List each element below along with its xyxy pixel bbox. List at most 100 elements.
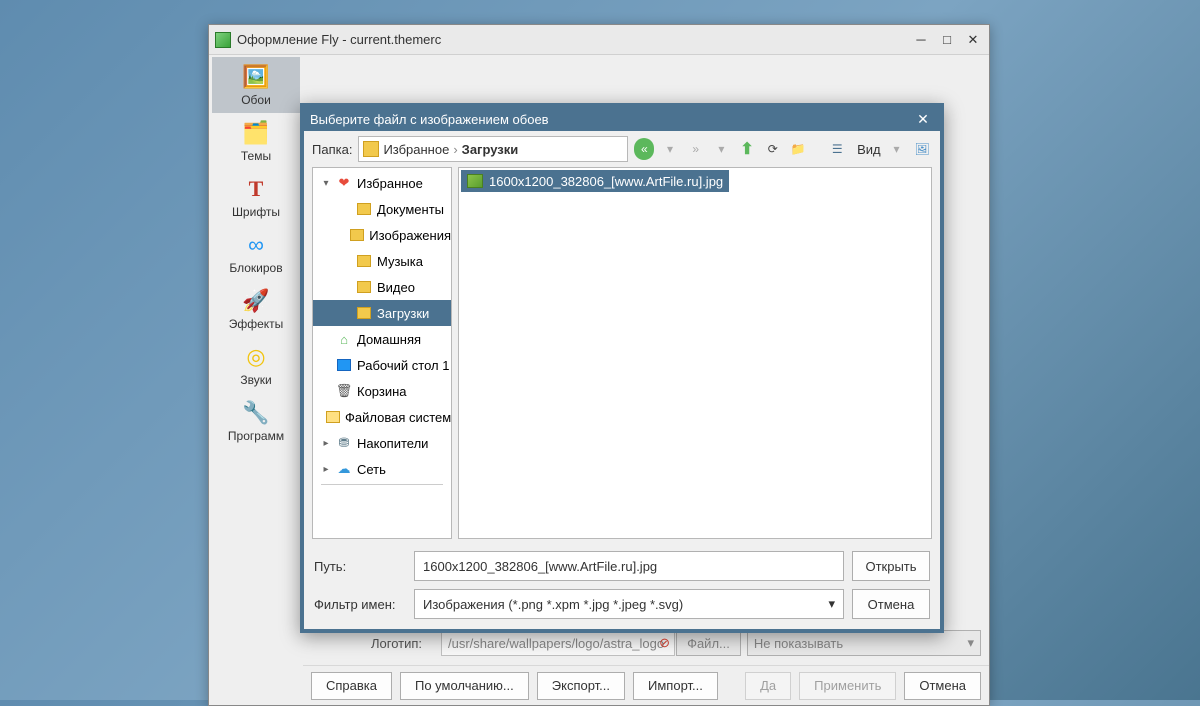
- tree-label: Избранное: [357, 176, 423, 191]
- tree-item-0[interactable]: ▾❤Избранное: [313, 170, 451, 196]
- tree-item-2[interactable]: Изображения: [313, 222, 451, 248]
- preview-toggle-button[interactable]: 🖼: [912, 138, 932, 160]
- dialog-toolbar: Папка: Избранное › Загрузки « ▾ » ▾ ⬆ ⟳ …: [304, 131, 940, 167]
- trash-icon: 🗑: [336, 383, 352, 399]
- view-icon: ☰: [827, 138, 847, 160]
- tree-label: Музыка: [377, 254, 423, 269]
- cancel-button[interactable]: Отмена: [904, 672, 981, 700]
- sidebar-icon: 🗂️: [242, 119, 270, 147]
- tree-item-10[interactable]: ▸⛃Накопители: [313, 430, 451, 456]
- expand-icon[interactable]: ▸: [321, 438, 331, 449]
- folder-icon: [356, 305, 372, 321]
- dialog-cancel-button[interactable]: Отмена: [852, 589, 930, 619]
- sidebar-label: Звуки: [240, 373, 271, 387]
- sidebar-icon: 🖼️: [242, 63, 270, 91]
- breadcrumb-seg-0[interactable]: Избранное: [383, 142, 449, 157]
- tree-label: Загрузки: [377, 306, 429, 321]
- sidebar-icon: 🚀: [242, 287, 270, 315]
- sidebar-item-3[interactable]: ∞ Блокиров: [212, 225, 300, 281]
- tree-label: Видео: [377, 280, 415, 295]
- sidebar-label: Шрифты: [232, 205, 280, 219]
- tree-item-6[interactable]: ⌂Домашняя: [313, 326, 451, 352]
- sidebar-label: Темы: [241, 149, 271, 163]
- titlebar[interactable]: Оформление Fly - current.themerc ─ □ ✕: [209, 25, 989, 55]
- chevron-down-icon: ▾: [828, 596, 835, 612]
- open-button[interactable]: Открыть: [852, 551, 930, 581]
- logo-display-select[interactable]: Не показывать▾: [747, 630, 981, 656]
- drives-icon: ⛃: [336, 435, 352, 451]
- new-folder-button[interactable]: 📁: [789, 138, 809, 160]
- tree-item-8[interactable]: 🗑Корзина: [313, 378, 451, 404]
- app-icon: [215, 32, 231, 48]
- tree-label: Сеть: [357, 462, 386, 477]
- sidebar-label: Обои: [241, 93, 271, 107]
- places-tree[interactable]: ▾❤Избранное Документы Изображения Музыка Вид…: [312, 167, 452, 539]
- sidebar-item-4[interactable]: 🚀Эффекты: [212, 281, 300, 337]
- chevron-right-icon: ›: [453, 142, 457, 157]
- tree-label: Домашняя: [357, 332, 421, 347]
- sidebar-item-0[interactable]: 🖼️ Обои: [212, 57, 300, 113]
- breadcrumb-seg-1[interactable]: Загрузки: [462, 142, 519, 157]
- sidebar-item-1[interactable]: 🗂️ Темы: [212, 113, 300, 169]
- filter-select[interactable]: Изображения (*.png *.xpm *.jpg *.jpeg *.…: [414, 589, 844, 619]
- back-menu-button[interactable]: ▾: [660, 138, 680, 160]
- button-bar: Справка По умолчанию... Экспорт... Импор…: [303, 665, 989, 705]
- export-button[interactable]: Экспорт...: [537, 672, 625, 700]
- folder-icon: [356, 253, 372, 269]
- dialog-close-button[interactable]: ✕: [914, 110, 932, 128]
- forward-menu-button: ▾: [712, 138, 732, 160]
- desktop-icon: [336, 357, 352, 373]
- logo-row: Логотип: /usr/share/wallpapers/logo/astr…: [371, 629, 981, 657]
- sidebar-label: Программ: [228, 429, 284, 443]
- sidebar-icon: 🔧: [242, 399, 270, 427]
- refresh-button[interactable]: ⟳: [763, 138, 783, 160]
- minimize-button[interactable]: ─: [911, 31, 931, 49]
- tree-item-7[interactable]: Рабочий стол 1: [313, 352, 451, 378]
- path-label: Путь:: [314, 559, 406, 574]
- import-button[interactable]: Импорт...: [633, 672, 718, 700]
- tree-label: Документы: [377, 202, 444, 217]
- image-file-icon: [467, 174, 483, 188]
- file-list[interactable]: 1600x1200_382806_[www.ArtFile.ru].jpg: [458, 167, 932, 539]
- folder-icon: [350, 227, 364, 243]
- tree-item-9[interactable]: Файловая система: [313, 404, 451, 430]
- sidebar: 🖼️ Обои 🗂️ Темы TШрифты ∞ Блокиров 🚀Эффекты ◎ Зву…: [209, 55, 303, 705]
- folder-icon: [356, 279, 372, 295]
- back-button[interactable]: «: [634, 138, 654, 160]
- sidebar-icon: ∞: [242, 231, 270, 259]
- sidebar-icon: ◎: [242, 343, 270, 371]
- defaults-button[interactable]: По умолчанию...: [400, 672, 529, 700]
- logo-file-button[interactable]: Файл...: [676, 630, 741, 656]
- tree-item-11[interactable]: ▸☁Сеть: [313, 456, 451, 482]
- up-button[interactable]: ⬆: [737, 138, 757, 160]
- sidebar-item-5[interactable]: ◎ Звуки: [212, 337, 300, 393]
- folder-icon: [356, 201, 372, 217]
- logo-path-input[interactable]: /usr/share/wallpapers/logo/astra_logo: [441, 630, 675, 656]
- sidebar-item-2[interactable]: TШрифты: [212, 169, 300, 225]
- breadcrumb[interactable]: Избранное › Загрузки: [358, 136, 628, 162]
- tree-label: Файловая система: [345, 410, 452, 425]
- dialog-titlebar[interactable]: Выберите файл с изображением обоев ✕: [304, 107, 940, 131]
- path-input[interactable]: [414, 551, 844, 581]
- clear-icon[interactable]: ⊘: [659, 635, 670, 651]
- help-button[interactable]: Справка: [311, 672, 392, 700]
- tree-label: Изображения: [369, 228, 451, 243]
- yes-button: Да: [745, 672, 791, 700]
- tree-item-3[interactable]: Музыка: [313, 248, 451, 274]
- tree-divider: [321, 484, 443, 488]
- expand-icon[interactable]: ▾: [321, 178, 331, 189]
- forward-button: »: [686, 138, 706, 160]
- maximize-button[interactable]: □: [937, 31, 957, 49]
- view-menu-button[interactable]: ▾: [887, 138, 907, 160]
- tree-label: Рабочий стол 1: [357, 358, 449, 373]
- tree-item-5[interactable]: Загрузки: [313, 300, 451, 326]
- sidebar-item-6[interactable]: 🔧 Программ: [212, 393, 300, 449]
- sidebar-label: Блокиров: [229, 261, 282, 275]
- file-dialog: Выберите файл с изображением обоев ✕ Пап…: [300, 103, 944, 633]
- file-item-0[interactable]: 1600x1200_382806_[www.ArtFile.ru].jpg: [461, 170, 729, 192]
- tree-item-4[interactable]: Видео: [313, 274, 451, 300]
- expand-icon[interactable]: ▸: [321, 464, 331, 475]
- close-button[interactable]: ✕: [963, 31, 983, 49]
- tree-item-1[interactable]: Документы: [313, 196, 451, 222]
- filter-label: Фильтр имен:: [314, 597, 406, 612]
